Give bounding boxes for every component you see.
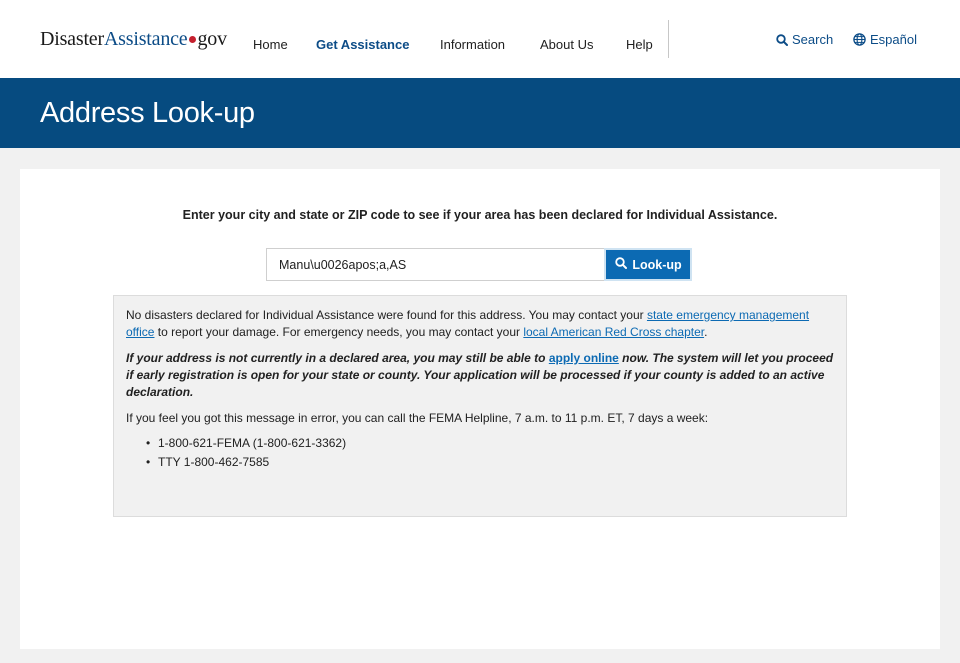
lookup-button[interactable]: Look-up <box>604 248 692 281</box>
site-header: DisasterAssistance gov Home Get Assistanc… <box>0 0 960 78</box>
search-icon <box>776 33 788 46</box>
result-text: No disasters declared for Individual Ass… <box>126 308 647 322</box>
address-input[interactable] <box>266 248 604 281</box>
nav-get-assistance[interactable]: Get Assistance <box>316 37 409 52</box>
nav-information[interactable]: Information <box>440 37 505 52</box>
globe-icon <box>853 33 866 46</box>
logo-text-assistance: Assistance <box>103 28 188 50</box>
nav-help[interactable]: Help <box>626 37 653 52</box>
helpline-text: If you feel you got this message in erro… <box>126 411 709 425</box>
nav-about-us[interactable]: About Us <box>540 37 593 52</box>
search-link-label: Search <box>792 32 834 47</box>
address-search-form: Look-up <box>266 248 692 281</box>
logo-text-gov: gov <box>197 28 227 50</box>
page-title: Address Look-up <box>40 97 255 129</box>
result-text: . <box>704 325 708 339</box>
apply-online-notice: If your address is not currently in a de… <box>126 350 834 401</box>
apply-online-link[interactable]: apply online <box>549 351 619 365</box>
nav-home[interactable]: Home <box>253 37 288 52</box>
nav-divider <box>668 20 669 58</box>
logo-dot-icon <box>189 35 197 43</box>
red-cross-chapter-link[interactable]: local American Red Cross chapter <box>523 325 704 339</box>
notice-text: If your address is not currently in a de… <box>126 351 549 365</box>
lookup-instruction: Enter your city and state or ZIP code to… <box>182 208 778 222</box>
lookup-result-panel: No disasters declared for Individual Ass… <box>113 295 847 517</box>
logo-text-disaster: Disaster <box>40 28 104 50</box>
lookup-card: Enter your city and state or ZIP code to… <box>20 169 940 649</box>
phone-number-item: TTY 1-800-462-7585 <box>126 454 834 471</box>
helpline-phone-list: 1-800-621-FEMA (1-800-621-3362) TTY 1-80… <box>126 435 834 471</box>
no-disaster-message: No disasters declared for Individual Ass… <box>126 307 834 341</box>
search-link[interactable]: Search <box>776 32 833 47</box>
result-text: to report your damage. For emergency nee… <box>154 325 524 339</box>
site-logo[interactable]: DisasterAssistance gov <box>40 28 227 51</box>
language-link-label: Español <box>870 32 917 47</box>
language-link[interactable]: Español <box>853 32 917 47</box>
lookup-button-label: Look-up <box>632 257 682 272</box>
page-banner: Address Look-up <box>0 78 960 148</box>
search-icon <box>615 257 628 272</box>
phone-number-item: 1-800-621-FEMA (1-800-621-3362) <box>126 435 834 452</box>
